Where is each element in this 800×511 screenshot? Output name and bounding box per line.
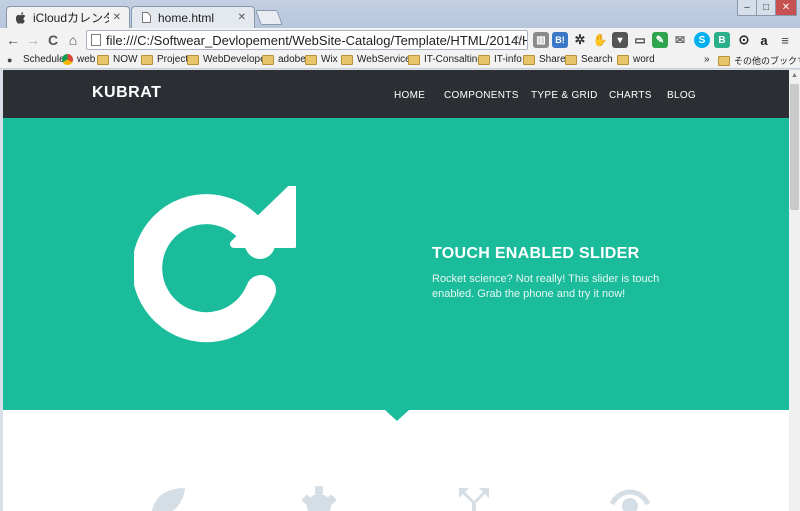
forward-button[interactable]: → bbox=[24, 31, 42, 49]
scroll-up-icon[interactable]: ▲ bbox=[791, 72, 798, 79]
arrows-icon bbox=[459, 488, 489, 511]
tab-home-html[interactable]: home.html ✕ bbox=[131, 6, 255, 28]
feedly-icon[interactable]: B bbox=[714, 32, 730, 48]
nav-components[interactable]: COMPONENTS bbox=[444, 90, 519, 101]
star-icon[interactable]: ☆ bbox=[511, 32, 524, 49]
folder-icon bbox=[97, 54, 109, 65]
folder-icon bbox=[565, 54, 577, 65]
bookmark-word[interactable]: word bbox=[617, 54, 655, 65]
tab-label: iCloudカレンダー bbox=[33, 11, 109, 25]
reload-button[interactable]: C bbox=[44, 31, 62, 49]
cast-icon[interactable]: ▭ bbox=[632, 32, 648, 48]
hero-slider[interactable]: TOUCH ENABLED SLIDER Rocket science? Not… bbox=[3, 118, 789, 410]
gear-icon bbox=[301, 486, 337, 511]
nav-charts[interactable]: CHARTS bbox=[609, 90, 652, 101]
bookmark-it-consalting[interactable]: IT-Consalting bbox=[408, 54, 483, 65]
page-icon bbox=[140, 12, 152, 24]
folder-icon bbox=[341, 54, 353, 65]
hatena-bookmark-icon[interactable]: B! bbox=[552, 32, 568, 48]
other-bookmarks-label: その他のブックマーク bbox=[734, 56, 800, 66]
bookmark-search[interactable]: Search bbox=[565, 54, 613, 65]
folder-icon bbox=[305, 54, 317, 65]
bookmarks-bar: ● Schedule web NOW Project WebDeveloper adobe W… bbox=[0, 52, 800, 69]
bookmark-schedule[interactable]: ● Schedule bbox=[7, 54, 65, 65]
back-button[interactable]: ← bbox=[4, 31, 22, 49]
bookmark-label: WebService bbox=[357, 54, 411, 65]
skype-icon[interactable]: S bbox=[694, 32, 710, 48]
bookmark-label: word bbox=[633, 54, 655, 65]
maximize-button[interactable]: □ bbox=[756, 0, 776, 16]
pocket-icon[interactable]: ▾ bbox=[612, 32, 628, 48]
bookmark-share[interactable]: Share bbox=[523, 54, 566, 65]
bookmark-label: Share bbox=[539, 54, 566, 65]
hero-title: TOUCH ENABLED SLIDER bbox=[432, 245, 640, 262]
tab-close-icon[interactable]: ✕ bbox=[238, 12, 246, 23]
bookmark-label: Search bbox=[581, 54, 613, 65]
scrollbar-thumb[interactable] bbox=[790, 84, 799, 210]
hero-pointer bbox=[385, 410, 409, 421]
bookmark-label: Project bbox=[157, 54, 189, 65]
bookmarks-overflow-button[interactable]: » bbox=[704, 54, 710, 65]
nav-type-grid[interactable]: TYPE & GRID bbox=[531, 90, 598, 101]
apple-icon bbox=[15, 11, 27, 24]
address-bar[interactable]: file:///C:/Softwear_Devlopement/WebSite-… bbox=[86, 30, 528, 50]
page-scrollbar[interactable]: ▲ bbox=[789, 70, 800, 511]
nav-home[interactable]: HOME bbox=[394, 90, 425, 101]
hero-subtitle: Rocket science? Not really! This slider … bbox=[432, 273, 660, 300]
folder-icon bbox=[617, 54, 629, 65]
hand-icon[interactable]: ✋ bbox=[592, 32, 608, 48]
leaf-icon bbox=[151, 488, 185, 511]
browser-toolbar: ← → C ⌂ file:///C:/Softwear_Devlopement/… bbox=[0, 28, 800, 52]
bookmark-project[interactable]: Project bbox=[141, 54, 188, 65]
extension-icon[interactable]: ▥ bbox=[533, 32, 549, 48]
tab-icloud-calendar[interactable]: iCloudカレンダー ✕ bbox=[6, 6, 130, 28]
folder-icon bbox=[262, 54, 274, 65]
close-window-button[interactable]: ✕ bbox=[775, 0, 797, 16]
bookmark-adobe[interactable]: adobe bbox=[262, 54, 306, 65]
refresh-icon bbox=[134, 186, 296, 343]
tab-close-icon[interactable]: ✕ bbox=[113, 12, 121, 23]
amazon-icon[interactable]: a bbox=[756, 32, 772, 48]
bookmark-label: IT-info bbox=[494, 54, 522, 65]
bookmark-label: Schedule bbox=[23, 54, 65, 65]
folder-icon bbox=[141, 54, 153, 65]
gear-icon[interactable]: ✲ bbox=[572, 32, 588, 48]
nav-blog[interactable]: BLOG bbox=[667, 90, 696, 101]
circle-icon[interactable]: ⊙ bbox=[736, 32, 752, 48]
tab-label: home.html bbox=[158, 10, 215, 25]
page-icon bbox=[91, 34, 101, 46]
site-logo[interactable]: KUBRAT bbox=[92, 84, 161, 102]
bookmark-it-info[interactable]: IT-info bbox=[478, 54, 522, 65]
folder-icon bbox=[718, 55, 730, 66]
home-button[interactable]: ⌂ bbox=[64, 31, 82, 49]
bookmark-label: WebDeveloper bbox=[203, 54, 269, 65]
folder-icon bbox=[408, 54, 420, 65]
page-viewport: KUBRAT HOME COMPONENTS TYPE & GRID CHART… bbox=[3, 70, 789, 511]
bookmark-web[interactable]: web bbox=[62, 54, 95, 65]
other-bookmarks-button[interactable]: その他のブックマーク bbox=[718, 54, 800, 67]
chrome-icon bbox=[62, 54, 73, 65]
bookmark-label: NOW bbox=[113, 54, 138, 65]
bookmark-label: Wix bbox=[321, 54, 338, 65]
menu-icon[interactable]: ≡ bbox=[777, 32, 793, 48]
translate-icon[interactable]: ✉ bbox=[672, 32, 688, 48]
bookmark-webservice[interactable]: WebService bbox=[341, 54, 411, 65]
bookmark-label: web bbox=[77, 54, 96, 65]
address-text: file:///C:/Softwear_Devlopement/WebSite-… bbox=[106, 32, 528, 48]
evernote-icon[interactable]: ✎ bbox=[652, 32, 668, 48]
folder-icon bbox=[523, 54, 535, 65]
new-tab-button[interactable] bbox=[255, 10, 283, 25]
bookmark-wix[interactable]: Wix bbox=[305, 54, 338, 65]
folder-icon bbox=[187, 54, 199, 65]
bookmark-now[interactable]: NOW bbox=[97, 54, 137, 65]
folder-icon bbox=[478, 54, 490, 65]
bookmark-webdeveloper[interactable]: WebDeveloper bbox=[187, 54, 269, 65]
minimize-button[interactable]: – bbox=[737, 0, 757, 16]
site-navbar: KUBRAT HOME COMPONENTS TYPE & GRID CHART… bbox=[3, 70, 789, 118]
tab-strip: iCloudカレンダー ✕ home.html ✕ – □ ✕ bbox=[0, 0, 800, 28]
bookmark-label: IT-Consalting bbox=[424, 54, 483, 65]
bookmark-label: adobe bbox=[278, 54, 306, 65]
apple-icon: ● bbox=[7, 54, 13, 65]
eye-icon bbox=[610, 489, 650, 511]
